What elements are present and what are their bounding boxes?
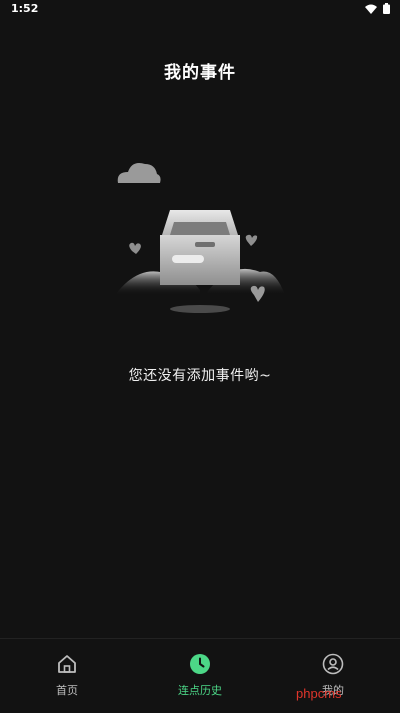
status-time: 1:52	[11, 2, 39, 15]
nav-label-history: 连点历史	[178, 684, 222, 697]
battery-icon	[383, 3, 390, 14]
status-icons	[365, 3, 390, 14]
nav-item-history[interactable]: 连点历史	[150, 653, 250, 698]
clock-icon	[190, 654, 210, 674]
box-shadow	[170, 305, 230, 313]
heart-right	[245, 234, 258, 246]
home-icon	[58, 655, 76, 673]
profile-icon	[322, 653, 344, 675]
cloud-shape	[117, 163, 161, 183]
watermark-text: phpcms	[296, 686, 342, 701]
nav-label-home: 首页	[56, 684, 78, 697]
nav-item-home[interactable]: 首页	[17, 653, 117, 698]
bottom-nav: 首页 连点历史 我的	[0, 638, 400, 713]
status-bar: 1:52	[0, 0, 400, 18]
wifi-icon	[365, 4, 377, 14]
heart-left	[129, 242, 141, 254]
empty-box-illustration	[115, 163, 285, 313]
empty-state-message: 您还没有添加事件哟~	[128, 368, 272, 384]
page-title: 我的事件	[164, 63, 236, 83]
